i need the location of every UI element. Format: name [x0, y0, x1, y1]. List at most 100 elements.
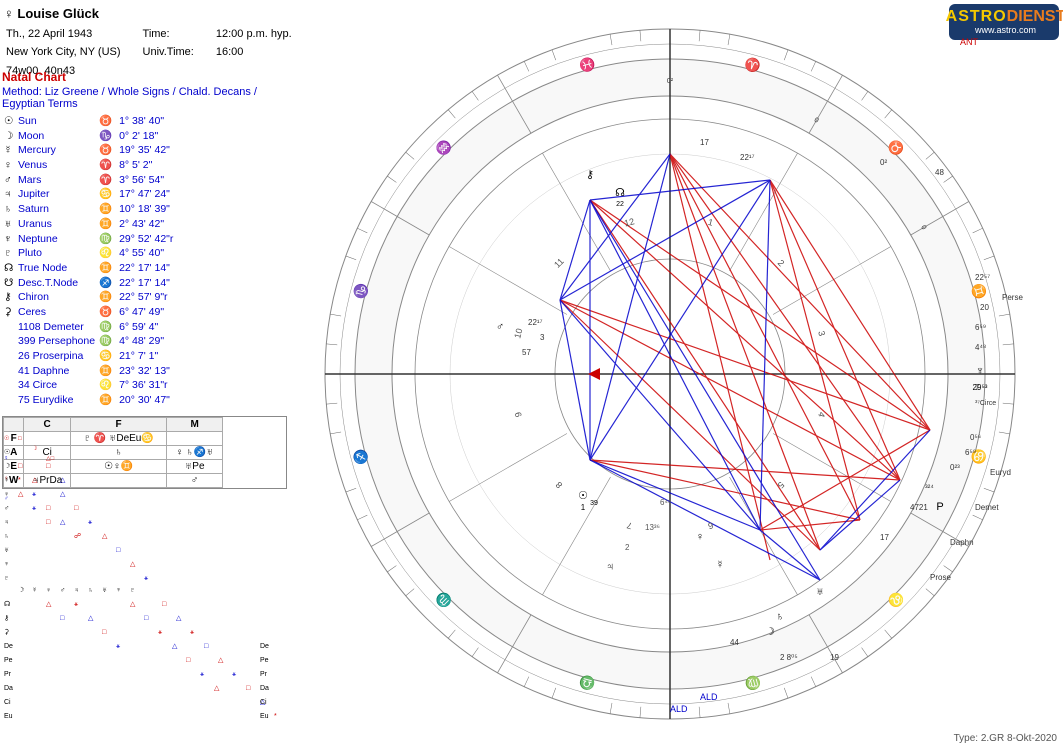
- svg-text:♀: ♀: [46, 587, 51, 594]
- planet-row: ☿ Mercury ♉ 19° 35' 42": [2, 143, 197, 158]
- svg-text:³⁷Circe: ³⁷Circe: [975, 400, 996, 407]
- svg-text:*: *: [18, 477, 21, 484]
- aspect-grid: // Will be drawn via JS below ☉ □ ☽ △□ ☿…: [2, 430, 287, 740]
- planet-row: 26 Proserpina ♋ 21° 7' 1": [2, 349, 197, 364]
- svg-text:0²: 0²: [880, 158, 887, 167]
- svg-text:Eu: Eu: [260, 713, 269, 720]
- svg-text:⚹: ⚹: [200, 671, 205, 678]
- svg-text:□: □: [116, 547, 121, 554]
- svg-text:4721: 4721: [910, 503, 928, 512]
- svg-text:⚹: ⚹: [116, 643, 121, 650]
- planet-row: ♂ Mars ♈ 3° 56' 54": [2, 173, 197, 188]
- planet-row: 41 Daphne ♊ 23° 32' 13": [2, 364, 197, 379]
- svg-text:13³⁶: 13³⁶: [645, 523, 660, 532]
- svg-text:☽: ☽: [18, 586, 24, 594]
- svg-text:⚹: ⚹: [190, 629, 195, 636]
- svg-text:□: □: [246, 685, 251, 692]
- svg-text:⚹: ⚹: [232, 671, 237, 678]
- birth-date: Th., 22 April 1943: [6, 26, 141, 43]
- svg-text:Da: Da: [4, 685, 13, 692]
- planet-neptune-glyph: ♆: [976, 365, 984, 377]
- svg-text:△: △: [214, 685, 220, 692]
- svg-text:17: 17: [700, 138, 709, 147]
- svg-text:☿: ☿: [4, 477, 9, 484]
- chart-label: Natal Chart: [2, 70, 287, 84]
- svg-text:△: △: [172, 643, 178, 650]
- svg-text:△: △: [60, 491, 66, 498]
- svg-text:□: □: [74, 505, 79, 512]
- svg-text:△: △: [176, 615, 182, 622]
- chart-area: ♈ ♉ ♊ ♋ ♌ ♍ ♎ ♏ ♐ ♑ ♒ ♓: [280, 0, 1060, 748]
- svg-text:□: □: [204, 643, 209, 650]
- svg-text:2 8⁰⁵: 2 8⁰⁵: [780, 653, 798, 662]
- svg-text:□: □: [60, 615, 65, 622]
- svg-text:48: 48: [935, 168, 944, 177]
- svg-text:△: △: [18, 491, 24, 498]
- svg-text:☿: ☿: [32, 587, 37, 594]
- svg-text:△: △: [130, 601, 136, 608]
- planet-row: ☉ Sun ♉ 1° 38' 40": [2, 114, 197, 129]
- planet-mars-glyph: ♂: [496, 321, 504, 333]
- planet-chiron-glyph: ⚷: [586, 169, 594, 181]
- svg-text:□: □: [144, 615, 149, 622]
- planet-row: ☽ Moon ♑ 0° 2' 18": [2, 129, 197, 144]
- svg-text:☍: ☍: [74, 532, 81, 540]
- svg-text:☽: ☽: [4, 462, 10, 470]
- svg-text:⚹: ⚹: [88, 519, 93, 526]
- svg-text:⚹: ⚹: [32, 505, 37, 512]
- svg-text:Daphn: Daphn: [950, 538, 974, 547]
- svg-text:Demet: Demet: [975, 503, 999, 512]
- planet-uranus-glyph: ♅: [816, 586, 824, 598]
- svg-text:6⁵⁹: 6⁵⁹: [965, 448, 976, 457]
- svg-text:□: □: [18, 436, 22, 442]
- svg-text:☉: ☉: [4, 435, 9, 442]
- svg-text:⚹: ⚹: [144, 575, 149, 582]
- svg-text:3: 3: [540, 333, 545, 342]
- planet-row: ♆ Neptune ♍ 29° 52' 42"r: [2, 232, 197, 247]
- person-name-text: Louise Glück: [17, 6, 99, 21]
- svg-text:♅: ♅: [102, 587, 107, 594]
- svg-text:44: 44: [730, 638, 739, 647]
- svg-text:Ci: Ci: [4, 699, 11, 706]
- method-label: Method: Liz Greene / Whole Signs / Chald…: [2, 86, 287, 110]
- svg-text:□: □: [46, 505, 51, 512]
- svg-text:Perse: Perse: [1002, 293, 1023, 302]
- svg-text:Ci: Ci: [260, 699, 267, 706]
- svg-text:ANT: ANT: [960, 37, 979, 47]
- svg-text:6⁵⁹: 6⁵⁹: [975, 323, 986, 332]
- svg-text:0⁵⁶: 0⁵⁶: [970, 433, 981, 442]
- planet-moon-glyph: ☽: [765, 626, 775, 638]
- time-label: Time:: [143, 26, 214, 43]
- planet-node-glyph: ☊: [615, 187, 625, 199]
- svg-text:⚳: ⚳: [4, 628, 9, 636]
- svg-text:♂: ♂: [4, 505, 9, 512]
- svg-text:De: De: [260, 643, 269, 650]
- planet-row: ⚳ Ceres ♉ 6° 47' 49": [2, 305, 197, 320]
- planet-row: 399 Persephone ♍ 4° 48' 29": [2, 334, 197, 349]
- svg-text:♃: ♃: [4, 519, 9, 526]
- svg-text:⚹: ⚹: [74, 601, 79, 608]
- planet-pluto-glyph: P: [936, 501, 943, 513]
- svg-text:□: □: [162, 601, 167, 608]
- svg-text:Pr: Pr: [4, 671, 12, 678]
- svg-text:20: 20: [980, 303, 989, 312]
- planet-row: ☊ True Node ♊ 22° 17' 14": [2, 261, 197, 276]
- svg-text:♅: ♅: [4, 547, 9, 554]
- univtime-label: Univ.Time:: [143, 44, 214, 61]
- svg-text:17: 17: [880, 533, 889, 542]
- left-panel: Natal Chart Method: Liz Greene / Whole S…: [2, 70, 287, 489]
- planet-venus-glyph: ♀: [696, 531, 704, 543]
- planet-row: ♀ Venus ♈ 8° 5' 2": [2, 158, 197, 173]
- type-label: Type: 2.GR 8-Okt-2020: [954, 733, 1057, 744]
- svg-text:♆: ♆: [116, 587, 121, 594]
- planet-row: ♃ Jupiter ♋ 17° 47' 24": [2, 187, 197, 202]
- svg-text:△: △: [60, 477, 66, 484]
- svg-text:4⁴⁸: 4⁴⁸: [975, 343, 986, 352]
- svg-text:△: △: [218, 657, 224, 664]
- svg-text:☉: ☉: [4, 448, 10, 456]
- svg-text:♆: ♆: [4, 561, 9, 568]
- planet-mercury-glyph: ☿: [716, 559, 724, 571]
- svg-text:⚹: ⚹: [158, 629, 163, 636]
- svg-text:0²³: 0²³: [950, 463, 960, 472]
- svg-text:Prose: Prose: [930, 573, 951, 582]
